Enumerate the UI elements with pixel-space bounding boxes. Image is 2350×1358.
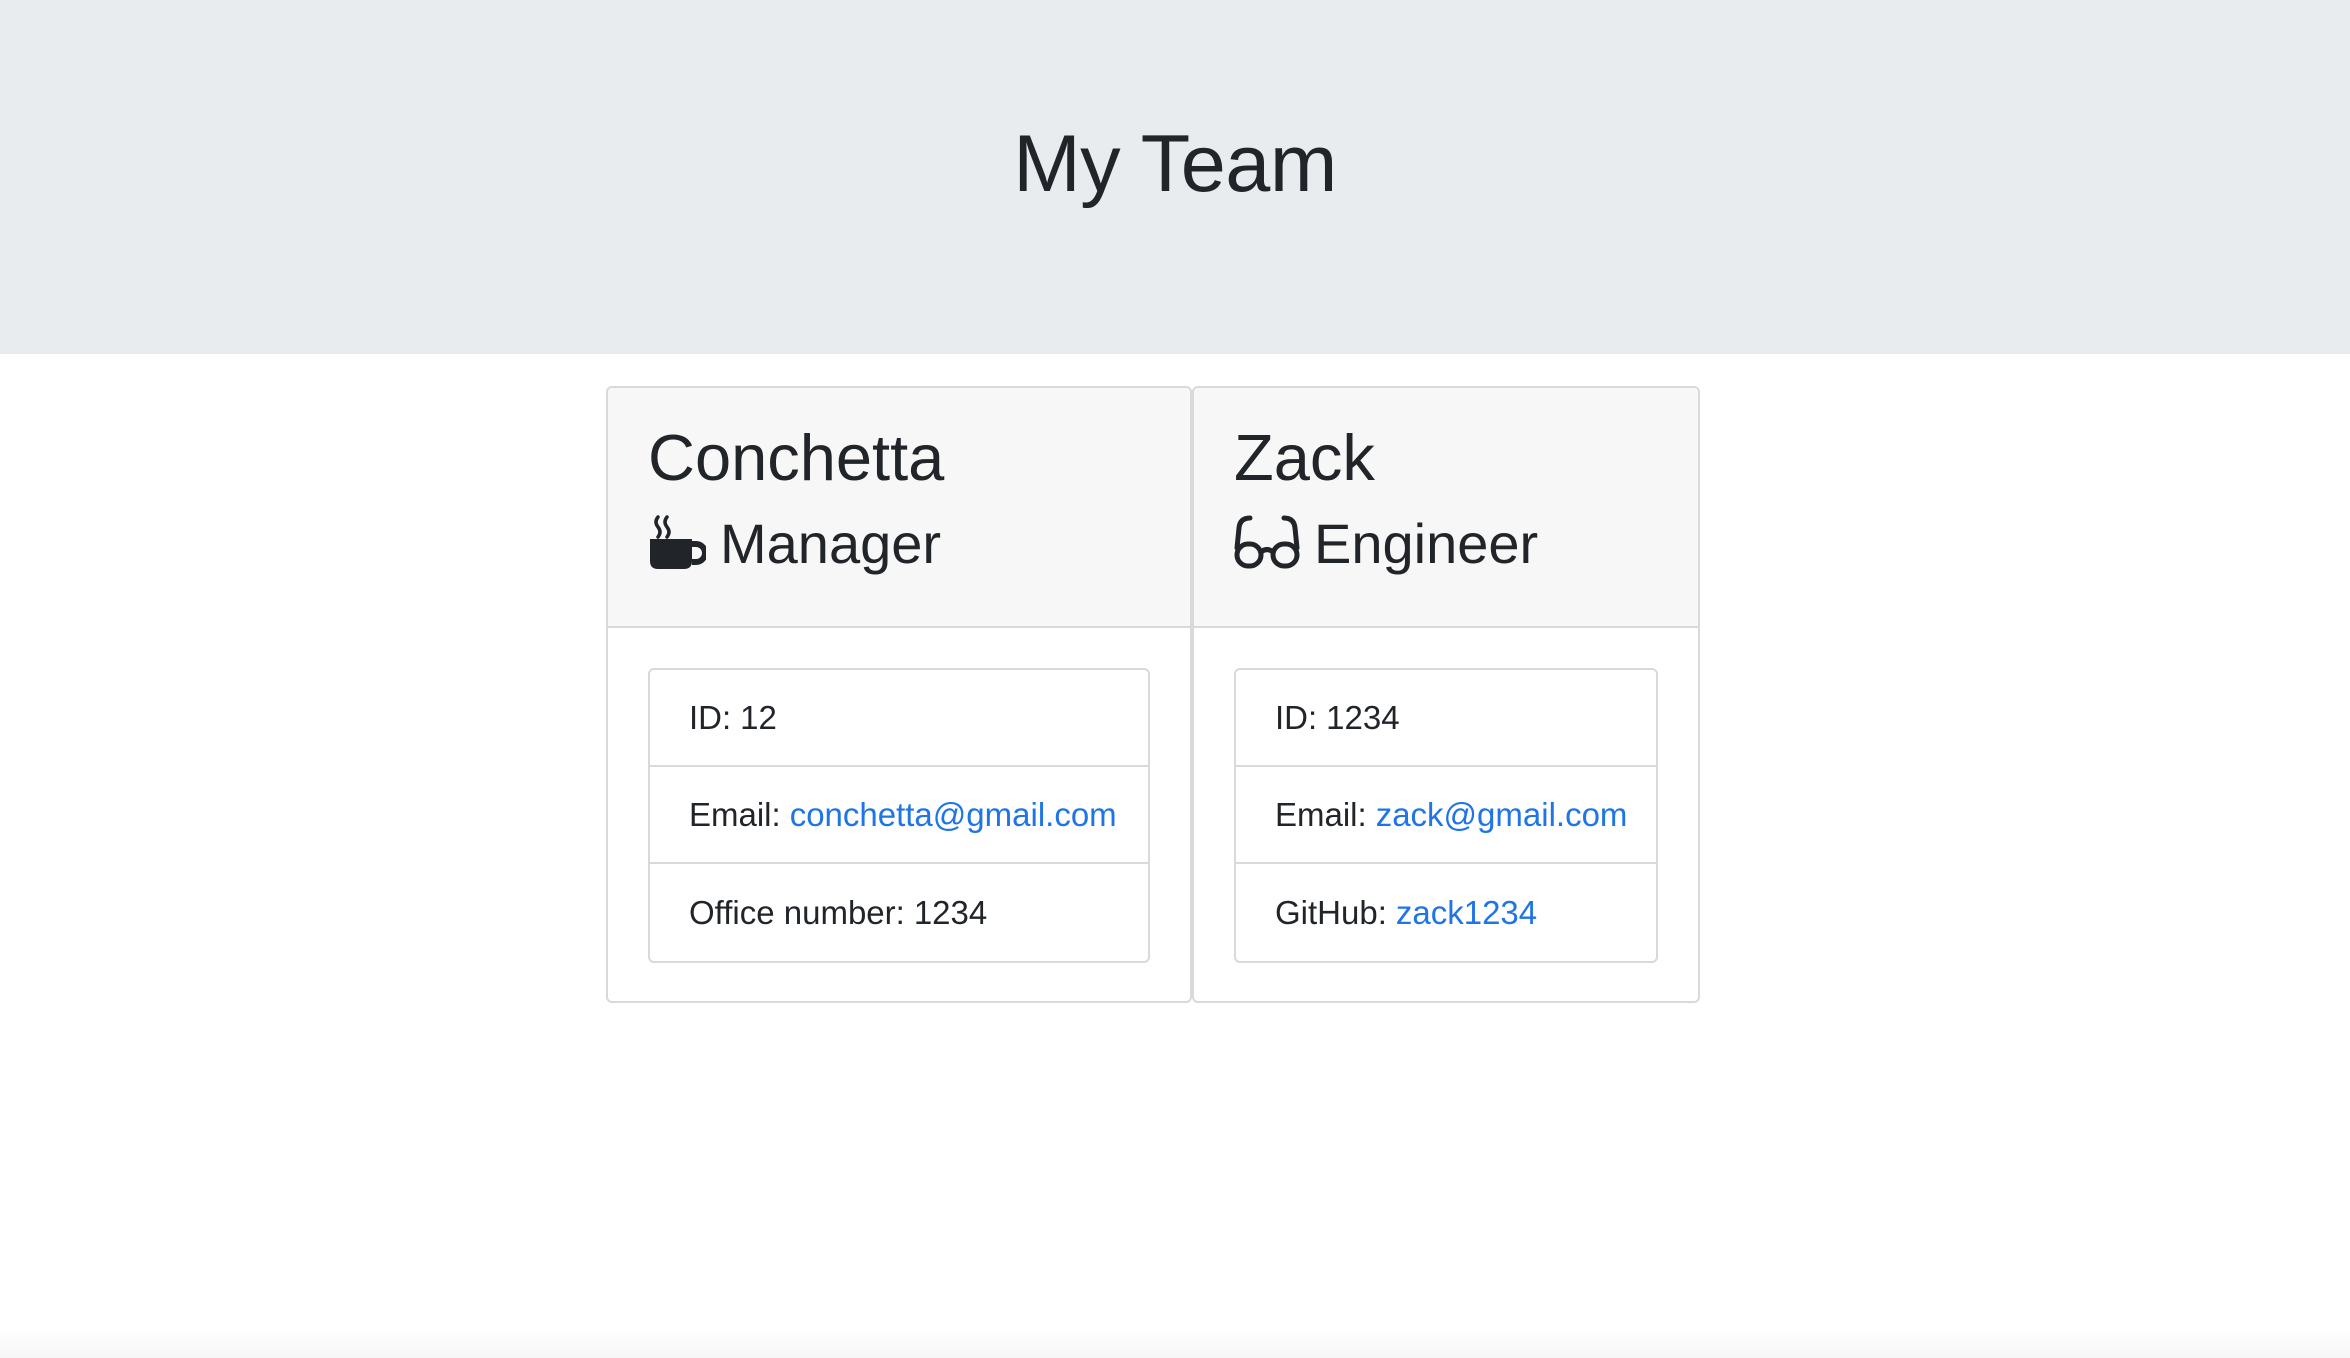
card-header: Zack Engineer: [1194, 388, 1698, 628]
list-item-github: GitHub: zack1234: [1236, 864, 1656, 961]
email-link[interactable]: conchetta@gmail.com: [790, 796, 1117, 834]
bottom-fade: [0, 1328, 2350, 1358]
employee-name: Zack: [1234, 421, 1375, 494]
github-label: GitHub:: [1275, 893, 1387, 931]
id-value: 12: [740, 698, 777, 736]
list-item-email: Email: conchetta@gmail.com: [650, 767, 1148, 864]
email-link[interactable]: zack@gmail.com: [1376, 796, 1628, 834]
list-item-office-number: Office number: 1234: [650, 864, 1148, 961]
github-link[interactable]: zack1234: [1396, 894, 1537, 932]
office-number-value: 1234: [913, 893, 988, 931]
employee-details-list: ID: 1234 Email: zack@gmail.com GitHub: z…: [1234, 668, 1658, 963]
employee-role: Engineer: [1234, 510, 1538, 578]
card-header: Conchetta Manager: [608, 388, 1190, 628]
employee-role: Manager: [648, 510, 941, 578]
employee-card-engineer: Zack Engineer ID: 1234 Email: zack@gmail…: [1192, 386, 1700, 1003]
role-label: Engineer: [1314, 512, 1539, 575]
id-label: ID:: [1275, 698, 1318, 736]
id-value: 1234: [1326, 698, 1400, 736]
id-label: ID:: [689, 698, 732, 736]
office-number-label: Office number:: [689, 893, 905, 931]
list-item-id: ID: 1234: [1236, 670, 1656, 767]
header-banner: My Team: [0, 0, 2350, 354]
page-title: My Team: [1013, 119, 1337, 209]
employee-details-list: ID: 12 Email: conchetta@gmail.com Office…: [648, 668, 1150, 963]
employee-name: Conchetta: [648, 421, 945, 494]
glasses-icon: [1234, 514, 1300, 575]
list-item-id: ID: 12: [650, 670, 1148, 767]
email-label: Email:: [1275, 795, 1367, 833]
employee-card-manager: Conchetta Manager ID: 12 Email: conchett…: [606, 386, 1192, 1003]
list-item-email: Email: zack@gmail.com: [1236, 767, 1656, 864]
coffee-mug-icon: [648, 513, 708, 576]
email-label: Email:: [689, 795, 781, 833]
role-label: Manager: [720, 512, 942, 575]
